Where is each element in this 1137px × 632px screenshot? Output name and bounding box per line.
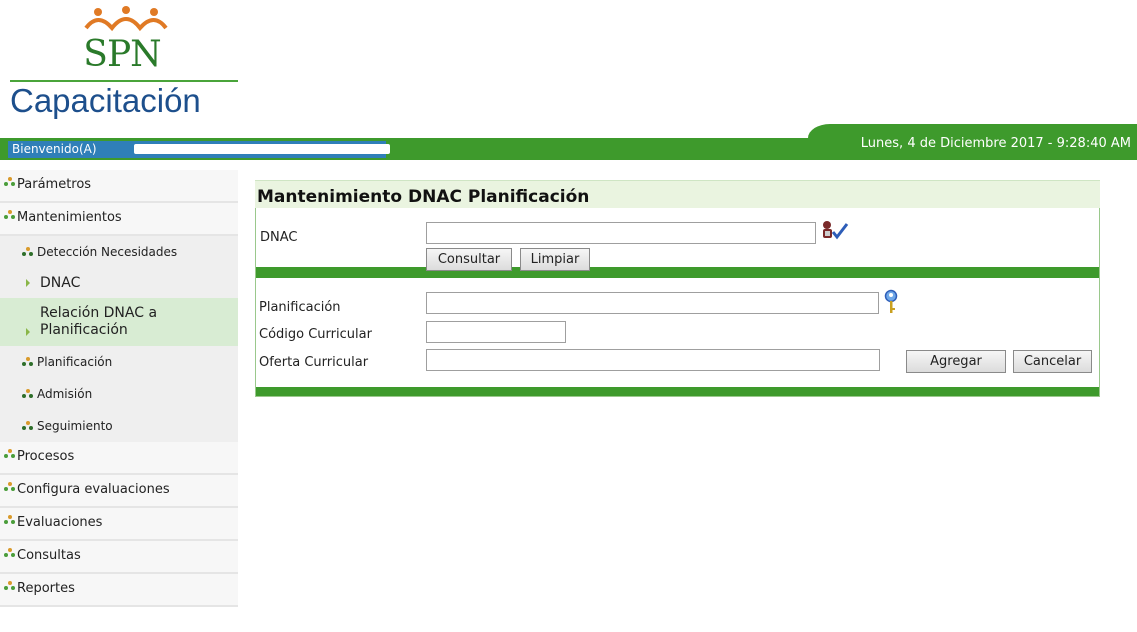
sidebar-item-label: Admisión bbox=[37, 387, 93, 401]
planificacion-input[interactable] bbox=[426, 292, 879, 314]
sidebar-item-configura-evaluaciones[interactable]: Configura evaluaciones bbox=[0, 475, 238, 508]
sidebar-item-relacion-dnac[interactable]: Relación DNAC a Planificación bbox=[0, 298, 238, 346]
form-box: DNAC Consultar Limpiar Planificación Cód… bbox=[255, 208, 1100, 397]
sidebar-item-label: Configura evaluaciones bbox=[17, 482, 170, 497]
sidebar-item-reportes[interactable]: Reportes bbox=[0, 574, 238, 607]
sidebar-item-dnac[interactable]: DNAC bbox=[0, 268, 238, 298]
bottom-divider bbox=[256, 387, 1099, 396]
dnac-input[interactable] bbox=[426, 222, 816, 244]
tree-icon bbox=[4, 449, 16, 459]
dnac-section: DNAC Consultar Limpiar bbox=[256, 208, 1099, 271]
tree-icon bbox=[4, 177, 16, 187]
sidebar-item-label: Planificación bbox=[37, 355, 113, 369]
dnac-label: DNAC bbox=[260, 230, 298, 245]
tree-icon bbox=[22, 389, 34, 399]
sidebar-item-planificacion[interactable]: Planificación bbox=[0, 346, 238, 378]
welcome-label: Bienvenido(A) bbox=[12, 142, 97, 156]
tree-icon bbox=[22, 247, 34, 257]
section-divider bbox=[256, 267, 1099, 278]
codigo-curricular-label: Código Curricular bbox=[259, 327, 372, 342]
sidebar-item-label: DNAC bbox=[40, 275, 81, 291]
sidebar-item-label: Parámetros bbox=[17, 177, 92, 192]
sidebar-item-label: Evaluaciones bbox=[17, 515, 103, 530]
limpiar-button[interactable]: Limpiar bbox=[520, 248, 590, 271]
oferta-curricular-label: Oferta Curricular bbox=[259, 355, 369, 370]
sidebar-item-label: Consultas bbox=[17, 548, 81, 563]
sidebar-item-consultas[interactable]: Consultas bbox=[0, 541, 238, 574]
agregar-button[interactable]: Agregar bbox=[906, 350, 1006, 373]
sidebar-item-label: Mantenimientos bbox=[17, 210, 122, 225]
welcome-banner: Bienvenido(A) bbox=[8, 141, 390, 158]
datetime-display: Lunes, 4 de Diciembre 2017 - 9:28:40 AM bbox=[860, 136, 1131, 151]
tree-icon bbox=[4, 548, 16, 558]
tree-icon bbox=[4, 210, 16, 220]
cancelar-button[interactable]: Cancelar bbox=[1013, 350, 1092, 373]
codigo-curricular-input[interactable] bbox=[426, 321, 566, 343]
search-user-icon[interactable] bbox=[821, 220, 849, 240]
app-logo: SPN Capacitación bbox=[6, 4, 238, 120]
tree-icon bbox=[4, 482, 16, 492]
sidebar-item-admision[interactable]: Admisión bbox=[0, 378, 238, 410]
main-panel: Mantenimiento DNAC Planificación DNAC Co… bbox=[255, 180, 1100, 397]
tree-icon bbox=[22, 357, 34, 367]
lookup-key-icon[interactable] bbox=[884, 289, 898, 315]
sidebar-item-mantenimientos[interactable]: Mantenimientos bbox=[0, 203, 238, 236]
tree-icon bbox=[4, 581, 16, 591]
logo-spn-text: SPN bbox=[83, 34, 161, 75]
submenu-mantenimientos: Detección Necesidades DNAC Relación DNAC… bbox=[0, 236, 238, 442]
sidebar-item-label: Procesos bbox=[17, 449, 75, 464]
sidebar-item-label: Relación DNAC a Planificación bbox=[40, 305, 158, 338]
redacted-username bbox=[134, 144, 390, 154]
sidebar-item-label: Reportes bbox=[17, 581, 75, 596]
sidebar: Parámetros Mantenimientos Detección Nece… bbox=[0, 170, 238, 607]
sidebar-item-evaluaciones[interactable]: Evaluaciones bbox=[0, 508, 238, 541]
title-bar: Mantenimiento DNAC Planificación bbox=[255, 180, 1100, 208]
arrow-right-icon bbox=[26, 328, 30, 336]
consultar-button[interactable]: Consultar bbox=[426, 248, 512, 271]
oferta-curricular-input[interactable] bbox=[426, 349, 880, 371]
arrow-right-icon bbox=[26, 279, 30, 287]
planificacion-label: Planificación bbox=[259, 300, 341, 315]
sidebar-item-label: Seguimiento bbox=[37, 419, 113, 433]
tree-icon bbox=[22, 421, 34, 431]
sidebar-item-label: Detección Necesidades bbox=[37, 245, 178, 259]
sidebar-item-deteccion[interactable]: Detección Necesidades bbox=[0, 236, 238, 268]
sidebar-item-parametros[interactable]: Parámetros bbox=[0, 170, 238, 203]
tree-icon bbox=[4, 515, 16, 525]
sidebar-item-seguimiento[interactable]: Seguimiento bbox=[0, 410, 238, 442]
sidebar-item-procesos[interactable]: Procesos bbox=[0, 442, 238, 475]
planificacion-section: Planificación Código Curricular Oferta C… bbox=[256, 278, 1099, 387]
logo-subtitle: Capacitación bbox=[10, 82, 201, 119]
